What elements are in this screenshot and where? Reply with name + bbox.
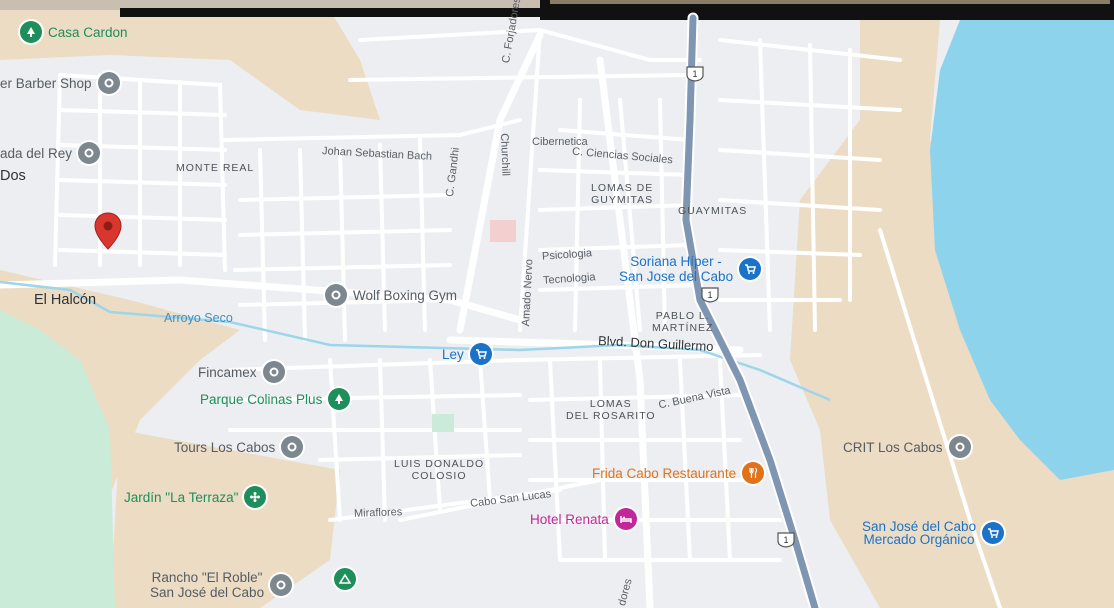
- poi-casa-cardon[interactable]: Casa Cardon: [20, 21, 128, 43]
- poi-label: ada del Rey: [0, 145, 73, 161]
- poi-label: Parque Colinas Plus: [200, 391, 323, 407]
- highway-shield-icon: 1: [777, 532, 795, 548]
- tree-icon: [328, 388, 351, 410]
- location-pin-icon: [97, 72, 120, 94]
- shopping-cart-icon: [982, 522, 1005, 544]
- poi-rey[interactable]: ada del Rey: [0, 142, 101, 164]
- poi-label: Wolf Boxing Gym: [353, 287, 458, 303]
- neighborhood-guaymitas: GUAYMITAS: [678, 205, 748, 217]
- poi-hotel-renata[interactable]: Hotel Renata: [530, 508, 637, 530]
- poi-label: Hotel Renata: [530, 511, 609, 527]
- highway-number: 1: [692, 69, 697, 79]
- poi-label: CRIT Los Cabos: [843, 439, 943, 455]
- neighborhood-lomas-del-rosarito: LOMAS DEL ROSARITO: [566, 398, 656, 422]
- shopping-cart-icon: [469, 343, 492, 365]
- location-pin-icon: [948, 436, 971, 458]
- campground-icon: [334, 568, 356, 590]
- poi-label: Tours Los Cabos: [174, 439, 276, 455]
- highway-shield-icon: 1: [701, 287, 719, 303]
- poi-label: San José del Cabo Mercado Orgánico: [862, 519, 977, 547]
- poi-barber-shop[interactable]: er Barber Shop: [0, 72, 120, 94]
- location-pin-icon: [270, 574, 293, 596]
- poi-crit-los-cabos[interactable]: CRIT Los Cabos: [843, 436, 971, 458]
- poi-ley[interactable]: Ley: [442, 343, 492, 365]
- poi-label: Fincamex: [198, 364, 257, 380]
- poi-frida-cabo-restaurante[interactable]: Frida Cabo Restaurante: [592, 462, 765, 484]
- poi-rancho-el-roble[interactable]: Rancho "El Roble" San José del Cabo: [150, 570, 293, 600]
- poi-label: Rancho "El Roble" San José del Cabo: [150, 570, 265, 600]
- neighborhood-monte-real: MONTE REAL: [176, 162, 255, 174]
- poi-label: Soriana Híper - San Jose del Cabo: [619, 254, 734, 284]
- poi-soriana-hiper[interactable]: Soriana Híper - San Jose del Cabo: [619, 254, 762, 284]
- location-pin-icon: [262, 361, 285, 383]
- poi-campground[interactable]: [334, 568, 356, 590]
- highway-number: 1: [783, 535, 788, 545]
- street-label-arroyo-seco: Arroyo Seco: [164, 311, 233, 325]
- street-label-churchill: Churchill: [498, 133, 512, 177]
- highway-number: 1: [707, 290, 712, 300]
- poi-label: Ley: [442, 346, 464, 362]
- poi-mercado-organico[interactable]: San José del Cabo Mercado Orgánico: [862, 519, 1005, 547]
- poi-wolf-boxing-gym[interactable]: Wolf Boxing Gym: [325, 284, 457, 306]
- poi-jardin-la-terraza[interactable]: Jardín "La Terraza": [124, 486, 267, 508]
- poi-parque-colinas-plus[interactable]: Parque Colinas Plus: [200, 388, 351, 410]
- poi-tours-los-cabos[interactable]: Tours Los Cabos: [174, 436, 304, 458]
- location-pin-icon: [281, 436, 304, 458]
- poi-label: Casa Cardon: [48, 24, 128, 40]
- place-label-el-halcon: El Halcón: [34, 292, 97, 308]
- tree-icon: [20, 21, 42, 43]
- poi-fincamex[interactable]: Fincamex: [198, 361, 285, 383]
- map-view[interactable]: 1 1 1 Dos El Halcón MONTE REAL LOMAS DE G…: [0, 0, 1114, 608]
- location-pin-icon: [78, 142, 101, 164]
- hotel-bed-icon: [614, 508, 637, 530]
- place-label-dos: Dos: [0, 168, 26, 184]
- restaurant-icon: [742, 462, 765, 484]
- neighborhood-lomas-guymitas: LOMAS DE GUYMITAS: [591, 182, 654, 206]
- location-pin-icon: [325, 284, 347, 306]
- poi-label: er Barber Shop: [0, 75, 92, 91]
- street-label-miraflores: Miraflores: [353, 506, 403, 520]
- location-marker-icon[interactable]: [94, 212, 122, 250]
- shopping-cart-icon: [739, 258, 762, 280]
- neighborhood-pablo-l-martinez: PABLO L. MARTÍNEZ: [652, 310, 714, 334]
- poi-label: Jardín "La Terraza": [124, 489, 239, 505]
- poi-label: Frida Cabo Restaurante: [592, 465, 737, 481]
- neighborhood-luis-donaldo-colosio: LUIS DONALDO COLOSIO: [394, 458, 485, 482]
- flower-icon: [244, 486, 267, 508]
- highway-shield-icon: 1: [686, 66, 704, 82]
